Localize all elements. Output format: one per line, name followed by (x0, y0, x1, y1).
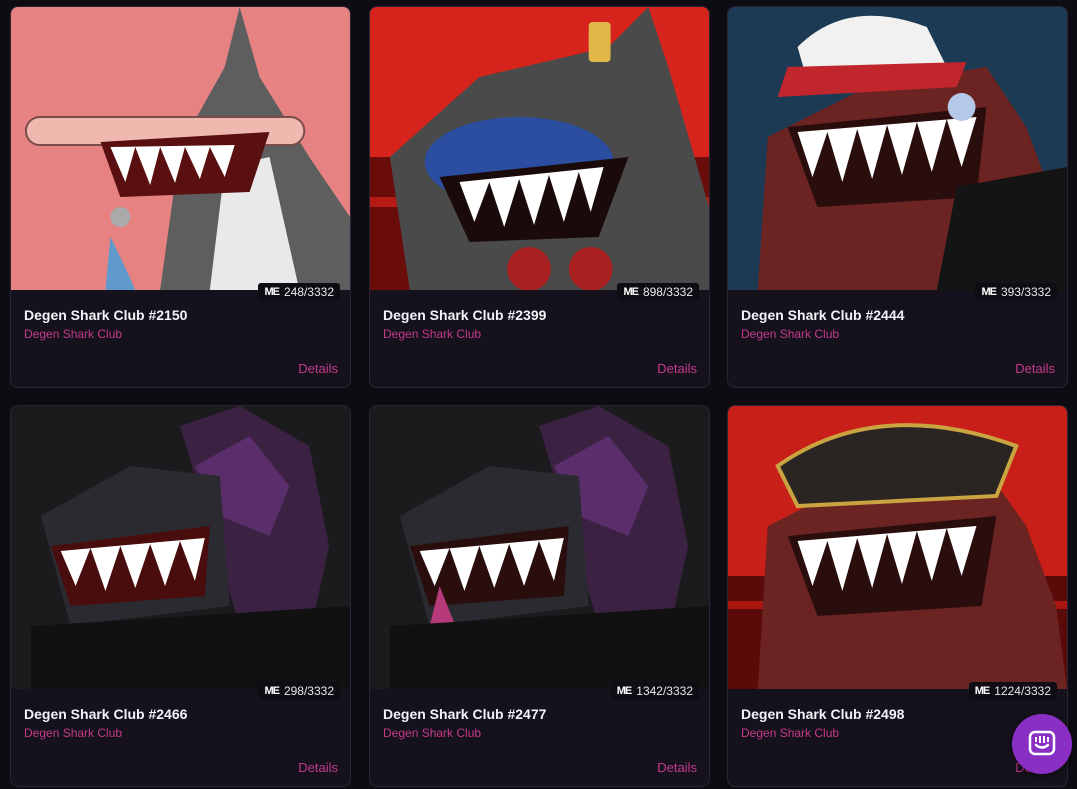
nft-image[interactable] (370, 406, 709, 689)
nft-image[interactable] (370, 7, 709, 290)
nft-title: Degen Shark Club #2150 (24, 307, 188, 323)
rarity-rank: ME 393/3332 (975, 283, 1057, 301)
magic-eden-icon: ME (264, 286, 279, 298)
nft-image[interactable] (728, 7, 1067, 290)
collection-name[interactable]: Degen Shark Club (383, 726, 481, 740)
nft-card[interactable]: ME 298/3332 Degen Shark Club #2466 Degen… (10, 405, 351, 787)
nft-card[interactable]: ME 393/3332 Degen Shark Club #2444 Degen… (727, 6, 1068, 388)
collection-name[interactable]: Degen Shark Club (383, 327, 481, 341)
magic-eden-icon: ME (623, 286, 638, 298)
rarity-rank: ME 298/3332 (258, 682, 340, 700)
nft-card[interactable]: ME 248/3332 Degen Shark Club #2150 Degen… (10, 6, 351, 388)
chat-launcher-button[interactable] (1012, 714, 1072, 774)
magic-eden-icon: ME (264, 685, 279, 697)
details-link[interactable]: Details (657, 760, 697, 775)
nft-image[interactable] (728, 406, 1067, 689)
nft-title: Degen Shark Club #2477 (383, 706, 547, 722)
nft-card[interactable]: ME 1342/3332 Degen Shark Club #2477 Dege… (369, 405, 710, 787)
collection-name[interactable]: Degen Shark Club (741, 327, 839, 341)
details-link[interactable]: Details (298, 361, 338, 376)
nft-image[interactable] (11, 7, 350, 290)
rarity-rank: ME 1224/3332 (968, 682, 1057, 700)
nft-title: Degen Shark Club #2444 (741, 307, 905, 323)
rarity-rank: ME 1342/3332 (610, 682, 699, 700)
rarity-rank: ME 248/3332 (258, 283, 340, 301)
magic-eden-icon: ME (616, 685, 632, 697)
magic-eden-icon: ME (981, 286, 996, 298)
magic-eden-icon: ME (974, 685, 990, 697)
nft-title: Degen Shark Club #2399 (383, 307, 547, 323)
nft-card[interactable]: ME 898/3332 Degen Shark Club #2399 Degen… (369, 6, 710, 388)
details-link[interactable]: Details (657, 361, 697, 376)
collection-name[interactable]: Degen Shark Club (24, 726, 122, 740)
details-link[interactable]: Details (1015, 361, 1055, 376)
details-link[interactable]: Details (298, 760, 338, 775)
nft-title: Degen Shark Club #2498 (741, 706, 905, 722)
nft-grid: ME 248/3332 Degen Shark Club #2150 Degen… (0, 0, 1077, 789)
nft-image[interactable] (11, 406, 350, 689)
rarity-rank: ME 898/3332 (617, 283, 699, 301)
nft-title: Degen Shark Club #2466 (24, 706, 188, 722)
chat-icon (1028, 730, 1056, 756)
collection-name[interactable]: Degen Shark Club (741, 726, 839, 740)
collection-name[interactable]: Degen Shark Club (24, 327, 122, 341)
